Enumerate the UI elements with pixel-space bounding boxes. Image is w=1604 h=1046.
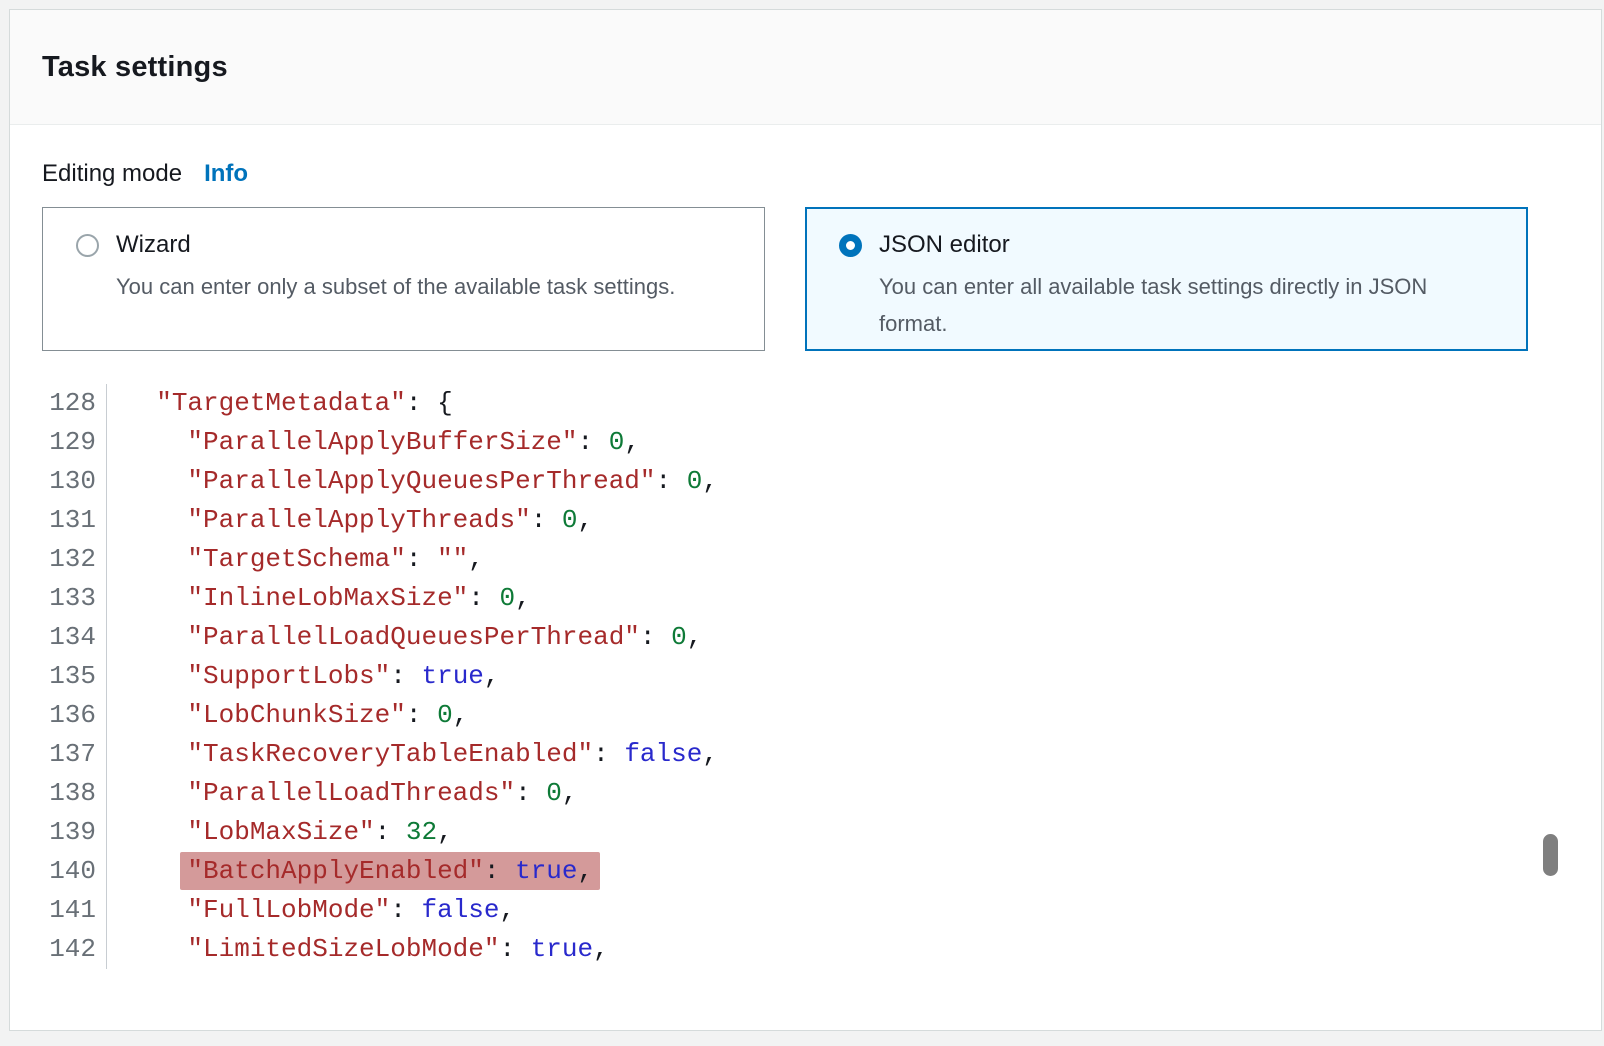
tile-json-editor-label: JSON editor [879, 231, 1010, 259]
line-number: 133 [10, 579, 107, 618]
code-line[interactable]: 130 "ParallelApplyQueuesPerThread": 0, [10, 462, 1601, 501]
task-settings-panel: Task settings Editing mode Info Wizard Y… [9, 9, 1602, 1031]
line-number: 129 [10, 423, 107, 462]
code-line[interactable]: 128 "TargetMetadata": { [10, 384, 1601, 423]
tile-json-editor-head: JSON editor [839, 231, 1503, 259]
code-line-text: "SupportLobs": true, [107, 657, 500, 696]
code-line[interactable]: 131 "ParallelApplyThreads": 0, [10, 501, 1601, 540]
code-line[interactable]: 133 "InlineLobMaxSize": 0, [10, 579, 1601, 618]
line-number: 138 [10, 774, 107, 813]
panel-header: Task settings [10, 10, 1601, 125]
code-line[interactable]: 139 "LobMaxSize": 32, [10, 813, 1601, 852]
line-number: 140 [10, 852, 107, 891]
tile-wizard-label: Wizard [116, 231, 191, 259]
code-line-text: "BatchApplyEnabled": true, [107, 852, 593, 891]
code-line[interactable]: 137 "TaskRecoveryTableEnabled": false, [10, 735, 1601, 774]
line-number: 139 [10, 813, 107, 852]
line-number: 136 [10, 696, 107, 735]
code-line-text: "LobChunkSize": 0, [107, 696, 468, 735]
line-number: 141 [10, 891, 107, 930]
code-line-text: "ParallelApplyQueuesPerThread": 0, [107, 462, 718, 501]
code-line-text: "TargetSchema": "", [107, 540, 484, 579]
line-number: 132 [10, 540, 107, 579]
tile-wizard-head: Wizard [76, 231, 740, 259]
code-line[interactable]: 141 "FullLobMode": false, [10, 891, 1601, 930]
code-line-text: "ParallelLoadThreads": 0, [107, 774, 578, 813]
code-line[interactable]: 134 "ParallelLoadQueuesPerThread": 0, [10, 618, 1601, 657]
editing-mode-label: Editing mode [42, 157, 182, 191]
code-line[interactable]: 135 "SupportLobs": true, [10, 657, 1601, 696]
line-number: 131 [10, 501, 107, 540]
tile-wizard-description: You can enter only a subset of the avail… [116, 268, 721, 305]
code-line-text: "LimitedSizeLobMode": true, [107, 930, 609, 969]
vertical-scrollbar-thumb[interactable] [1543, 834, 1558, 876]
code-line-text: "ParallelApplyThreads": 0, [107, 501, 593, 540]
code-line[interactable]: 142 "LimitedSizeLobMode": true, [10, 930, 1601, 969]
line-number: 137 [10, 735, 107, 774]
tile-json-editor[interactable]: JSON editor You can enter all available … [805, 207, 1528, 351]
json-code-editor[interactable]: 128 "TargetMetadata": {129 "ParallelAppl… [10, 384, 1601, 969]
panel-body: Editing mode Info Wizard You can enter o… [10, 125, 1601, 969]
editing-mode-row: Editing mode Info [42, 157, 1601, 191]
code-line-text: "TaskRecoveryTableEnabled": false, [107, 735, 718, 774]
line-number: 135 [10, 657, 107, 696]
code-line[interactable]: 136 "LobChunkSize": 0, [10, 696, 1601, 735]
line-number: 130 [10, 462, 107, 501]
page-title: Task settings [42, 51, 228, 84]
code-line-text: "ParallelApplyBufferSize": 0, [107, 423, 640, 462]
tile-json-editor-description: You can enter all available task setting… [879, 268, 1484, 342]
code-line[interactable]: 138 "ParallelLoadThreads": 0, [10, 774, 1601, 813]
info-link[interactable]: Info [204, 157, 248, 191]
code-line-text: "LobMaxSize": 32, [107, 813, 453, 852]
code-line[interactable]: 140 "BatchApplyEnabled": true, [10, 852, 1601, 891]
line-number: 142 [10, 930, 107, 969]
code-line[interactable]: 132 "TargetSchema": "", [10, 540, 1601, 579]
line-number: 134 [10, 618, 107, 657]
radio-unselected-icon[interactable] [76, 234, 99, 257]
code-line-text: "InlineLobMaxSize": 0, [107, 579, 531, 618]
code-line-text: "TargetMetadata": { [107, 384, 453, 423]
code-line[interactable]: 129 "ParallelApplyBufferSize": 0, [10, 423, 1601, 462]
code-line-text: "FullLobMode": false, [107, 891, 515, 930]
highlighted-match: "BatchApplyEnabled": true, [180, 852, 600, 890]
line-number: 128 [10, 384, 107, 423]
radio-selected-icon[interactable] [839, 234, 862, 257]
editing-mode-tiles: Wizard You can enter only a subset of th… [42, 207, 1601, 351]
tile-wizard[interactable]: Wizard You can enter only a subset of th… [42, 207, 765, 351]
code-line-text: "ParallelLoadQueuesPerThread": 0, [107, 618, 702, 657]
